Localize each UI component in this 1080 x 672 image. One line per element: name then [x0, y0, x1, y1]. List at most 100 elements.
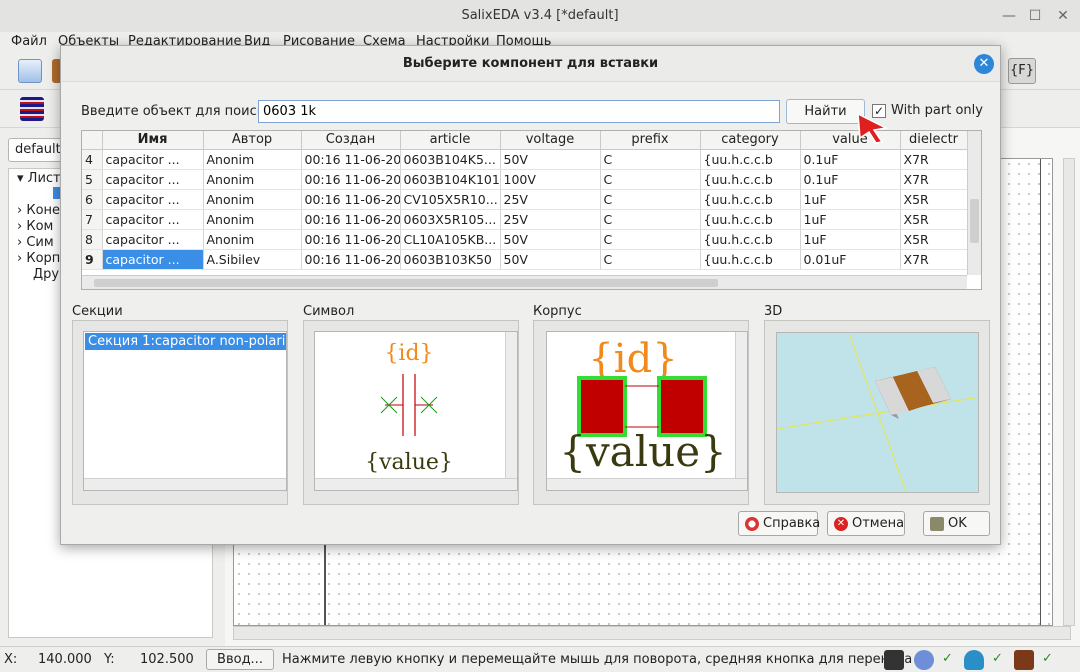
table-vscroll[interactable]: [967, 131, 981, 275]
column-header[interactable]: category: [700, 131, 801, 150]
package-vscroll[interactable]: [735, 332, 747, 478]
cell-article[interactable]: 0603X5R105...: [400, 209, 501, 230]
sections-list[interactable]: Секция 1:capacitor non-polari: [83, 331, 287, 491]
cell-dielectric[interactable]: X5R: [900, 189, 968, 210]
cell-author[interactable]: Anonim: [203, 229, 302, 250]
cell-prefix[interactable]: C: [600, 189, 701, 210]
table-row[interactable]: 8 capacitor ... Anonim 00:16 11-06-20 CL10A1…: [82, 229, 968, 250]
cell-author[interactable]: Anonim: [203, 169, 302, 190]
cell-created[interactable]: 00:16 11-06-20: [301, 169, 401, 190]
help-button[interactable]: Справка: [738, 511, 820, 536]
cell-category[interactable]: {uu.h.c.c.b: [700, 149, 801, 170]
new-file-icon[interactable]: [18, 59, 42, 83]
table-hscroll[interactable]: [82, 275, 967, 289]
input-button[interactable]: Ввод...: [206, 649, 274, 670]
table-row[interactable]: 4 capacitor ... Anonim 00:16 11-06-20 0603B1…: [82, 149, 968, 170]
canvas-vscroll[interactable]: [1063, 158, 1075, 626]
cell-category[interactable]: {uu.h.c.c.b: [700, 249, 801, 270]
dialog-close-icon[interactable]: ✕: [974, 54, 994, 74]
ok-button[interactable]: OK: [923, 511, 990, 536]
cell-name[interactable]: capacitor ...: [102, 249, 204, 270]
symbol-preview[interactable]: {id} {value}: [314, 331, 518, 491]
cell-dielectric[interactable]: X5R: [900, 209, 968, 230]
library-combo[interactable]: default: [8, 138, 68, 162]
table-row[interactable]: 9 capacitor ... A.Sibilev 00:16 11-06-20 060…: [82, 249, 968, 270]
search-input[interactable]: [258, 100, 780, 123]
cell-article[interactable]: CL10A105KB...: [400, 229, 501, 250]
network-icon[interactable]: [914, 650, 934, 670]
script-function-icon[interactable]: {F}: [1008, 58, 1036, 84]
cell-prefix[interactable]: C: [600, 169, 701, 190]
cell-dielectric[interactable]: X5R: [900, 229, 968, 250]
cell-created[interactable]: 00:16 11-06-20: [301, 189, 401, 210]
cell-author[interactable]: Anonim: [203, 189, 302, 210]
tree-item-other[interactable]: Дру: [33, 267, 59, 282]
results-table[interactable]: Имя Автор Создан article voltage prefix …: [81, 130, 982, 290]
cell-dielectric[interactable]: X7R: [900, 169, 968, 190]
cell-value[interactable]: 1uF: [800, 209, 901, 230]
cell-article[interactable]: 0603B104K101: [400, 169, 501, 190]
cell-author[interactable]: Anonim: [203, 149, 302, 170]
cell-name[interactable]: capacitor ...: [102, 169, 204, 190]
column-header[interactable]: Создан: [301, 131, 401, 150]
package-preview[interactable]: {id} {value}: [546, 331, 748, 491]
table-row[interactable]: 5 capacitor ... Anonim 00:16 11-06-20 0603B1…: [82, 169, 968, 190]
tree-item-packages[interactable]: › Корп: [17, 251, 60, 266]
table-row[interactable]: 7 capacitor ... Anonim 00:16 11-06-20 0603X5…: [82, 209, 968, 230]
cell-created[interactable]: 00:16 11-06-20: [301, 149, 401, 170]
film-icon[interactable]: [884, 650, 904, 670]
cell-voltage[interactable]: 100V: [500, 169, 601, 190]
cell-prefix[interactable]: C: [600, 229, 701, 250]
tree-item-sheets[interactable]: ▾ Лист: [17, 171, 61, 186]
canvas-hscroll[interactable]: [233, 626, 1071, 640]
cell-category[interactable]: {uu.h.c.c.b: [700, 229, 801, 250]
symbol-hscroll[interactable]: [315, 478, 517, 490]
cell-article[interactable]: 0603B104K5...: [400, 149, 501, 170]
cell-value[interactable]: 0.01uF: [800, 249, 901, 270]
minimize-icon[interactable]: —: [996, 0, 1022, 32]
cancel-button[interactable]: ✕ Отмена: [827, 511, 905, 536]
cell-value[interactable]: 1uF: [800, 189, 901, 210]
column-header[interactable]: Имя: [102, 131, 204, 150]
maximize-icon[interactable]: ☐: [1022, 0, 1048, 32]
cell-article[interactable]: CV105X5R10...: [400, 189, 501, 210]
column-header[interactable]: dielectr: [900, 131, 968, 150]
cell-voltage[interactable]: 50V: [500, 249, 601, 270]
cell-dielectric[interactable]: X7R: [900, 149, 968, 170]
package-hscroll[interactable]: [547, 478, 747, 490]
column-header[interactable]: article: [400, 131, 501, 150]
cell-category[interactable]: {uu.h.c.c.b: [700, 209, 801, 230]
cell-article[interactable]: 0603B103K50: [400, 249, 501, 270]
cell-name[interactable]: capacitor ...: [102, 149, 204, 170]
cell-voltage[interactable]: 50V: [500, 149, 601, 170]
cell-created[interactable]: 00:16 11-06-20: [301, 249, 401, 270]
cell-prefix[interactable]: C: [600, 209, 701, 230]
cell-author[interactable]: A.Sibilev: [203, 249, 302, 270]
sections-hscroll[interactable]: [84, 478, 286, 490]
cell-category[interactable]: {uu.h.c.c.b: [700, 169, 801, 190]
cell-voltage[interactable]: 25V: [500, 189, 601, 210]
tree-item-symbols[interactable]: › Сим: [17, 235, 54, 250]
symbol-vscroll[interactable]: [505, 332, 517, 478]
tree-item-components[interactable]: › Ком: [17, 219, 53, 234]
menu-file[interactable]: Файл: [11, 34, 47, 49]
cell-prefix[interactable]: C: [600, 249, 701, 270]
cell-category[interactable]: {uu.h.c.c.b: [700, 189, 801, 210]
table-vscroll-thumb[interactable]: [970, 199, 979, 243]
cell-name[interactable]: capacitor ...: [102, 229, 204, 250]
tree-item-connectors[interactable]: › Коне: [17, 203, 60, 218]
cell-created[interactable]: 00:16 11-06-20: [301, 229, 401, 250]
view3d-viewport[interactable]: [776, 332, 979, 493]
table-hscroll-thumb[interactable]: [94, 279, 718, 287]
section-item[interactable]: Секция 1:capacitor non-polari: [85, 333, 286, 350]
cell-value[interactable]: 1uF: [800, 229, 901, 250]
column-header[interactable]: Автор: [203, 131, 302, 150]
cell-prefix[interactable]: C: [600, 149, 701, 170]
cell-voltage[interactable]: 25V: [500, 209, 601, 230]
library-books-icon[interactable]: [1014, 650, 1034, 670]
cell-name[interactable]: capacitor ...: [102, 209, 204, 230]
cell-created[interactable]: 00:16 11-06-20: [301, 209, 401, 230]
layers-icon[interactable]: [20, 97, 44, 121]
cell-author[interactable]: Anonim: [203, 209, 302, 230]
close-window-icon[interactable]: ✕: [1050, 0, 1076, 32]
